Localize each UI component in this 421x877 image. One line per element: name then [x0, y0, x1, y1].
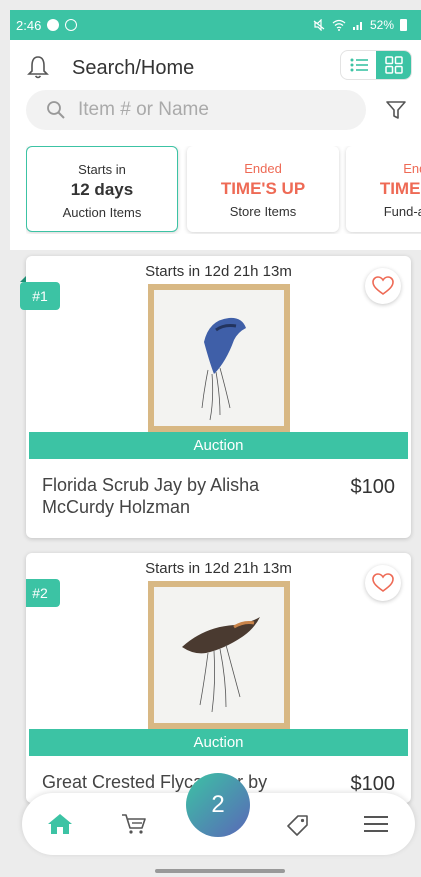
tile-label: Store Items — [229, 204, 297, 219]
item-name: Great Crested Flycatcher by — [42, 772, 268, 792]
item-price: $100 — [350, 476, 396, 498]
artwork-image — [154, 587, 284, 723]
lot-number-badge: #1 — [20, 276, 60, 310]
search-box — [26, 90, 366, 130]
favorite-button[interactable] — [365, 268, 401, 304]
home-indicator — [155, 869, 285, 873]
list-icon — [350, 58, 368, 72]
cart-count-button[interactable]: 2 — [186, 773, 250, 837]
status-right: 52% — [312, 18, 407, 32]
item-card[interactable]: Starts in 12d 21h 13m #2 Auction Great C… — [26, 553, 411, 803]
grid-view-button[interactable] — [376, 51, 411, 79]
category-tiles: Starts in 12 days Auction Items Ended TI… — [26, 146, 421, 234]
item-image[interactable] — [148, 581, 290, 729]
tile-status: Ended — [244, 161, 282, 176]
filter-icon[interactable] — [384, 98, 408, 122]
tile-label: Fund-a-Need — [383, 204, 421, 219]
title-row: Search/Home — [10, 50, 421, 84]
item-start-time: Starts in 12d 21h 13m — [145, 560, 292, 577]
header: Search/Home Item # or Name Starts in 12 … — [10, 40, 421, 250]
list-view-button[interactable] — [341, 51, 376, 79]
tile-countdown: 12 days — [70, 180, 134, 199]
dnd-icon — [65, 19, 78, 31]
tile-countdown: TIME'S UP — [379, 179, 421, 198]
item-image[interactable] — [148, 284, 290, 432]
lot-number-badge: #2 — [26, 579, 60, 607]
item-name: Florida Scrub Jay by Alisha McCurdy Holz… — [42, 475, 260, 517]
status-left: 2:46 — [16, 17, 78, 33]
mute-icon — [313, 19, 325, 31]
view-toggle — [340, 50, 412, 80]
page-title: Search/Home — [72, 57, 195, 79]
notification-icon — [47, 19, 60, 31]
wifi-icon — [332, 19, 346, 31]
tile-status: Starts in — [78, 162, 126, 177]
search-icon — [47, 101, 65, 119]
tile-auction-items[interactable]: Starts in 12 days Auction Items — [26, 146, 178, 232]
bird-artwork-icon — [201, 317, 246, 421]
battery-percent: 52% — [369, 18, 394, 32]
status-time: 2:46 — [16, 17, 42, 33]
tile-countdown: TIME'S UP — [220, 179, 306, 198]
search-input[interactable] — [78, 99, 338, 121]
heart-icon — [372, 276, 394, 295]
item-start-time: Starts in 12d 21h 13m — [145, 263, 292, 280]
tile-status: Ended — [403, 161, 421, 176]
tile-label: Auction Items — [62, 205, 142, 220]
bottom-nav: 2 — [22, 773, 415, 855]
item-card[interactable]: Starts in 12d 21h 13m #1 Auction Florida… — [20, 256, 411, 538]
cart-icon[interactable] — [120, 812, 148, 836]
grid-icon — [384, 56, 403, 74]
battery-icon — [400, 19, 407, 31]
auction-badge: Auction — [29, 432, 408, 459]
tag-icon[interactable] — [284, 812, 312, 836]
status-bar: 2:46 52% — [10, 10, 421, 40]
menu-icon[interactable] — [362, 812, 390, 836]
bird-artwork-icon — [182, 617, 260, 713]
favorite-button[interactable] — [365, 565, 401, 601]
heart-icon — [372, 573, 394, 592]
tile-fund-a-need[interactable]: Ended TIME'S UP Fund-a-Need — [346, 146, 421, 232]
signal-icon — [352, 22, 362, 30]
auction-badge: Auction — [29, 729, 408, 756]
tile-store-items[interactable]: Ended TIME'S UP Store Items — [187, 146, 339, 232]
artwork-image — [154, 290, 284, 426]
home-icon[interactable] — [46, 812, 74, 836]
bell-icon[interactable] — [26, 54, 50, 80]
